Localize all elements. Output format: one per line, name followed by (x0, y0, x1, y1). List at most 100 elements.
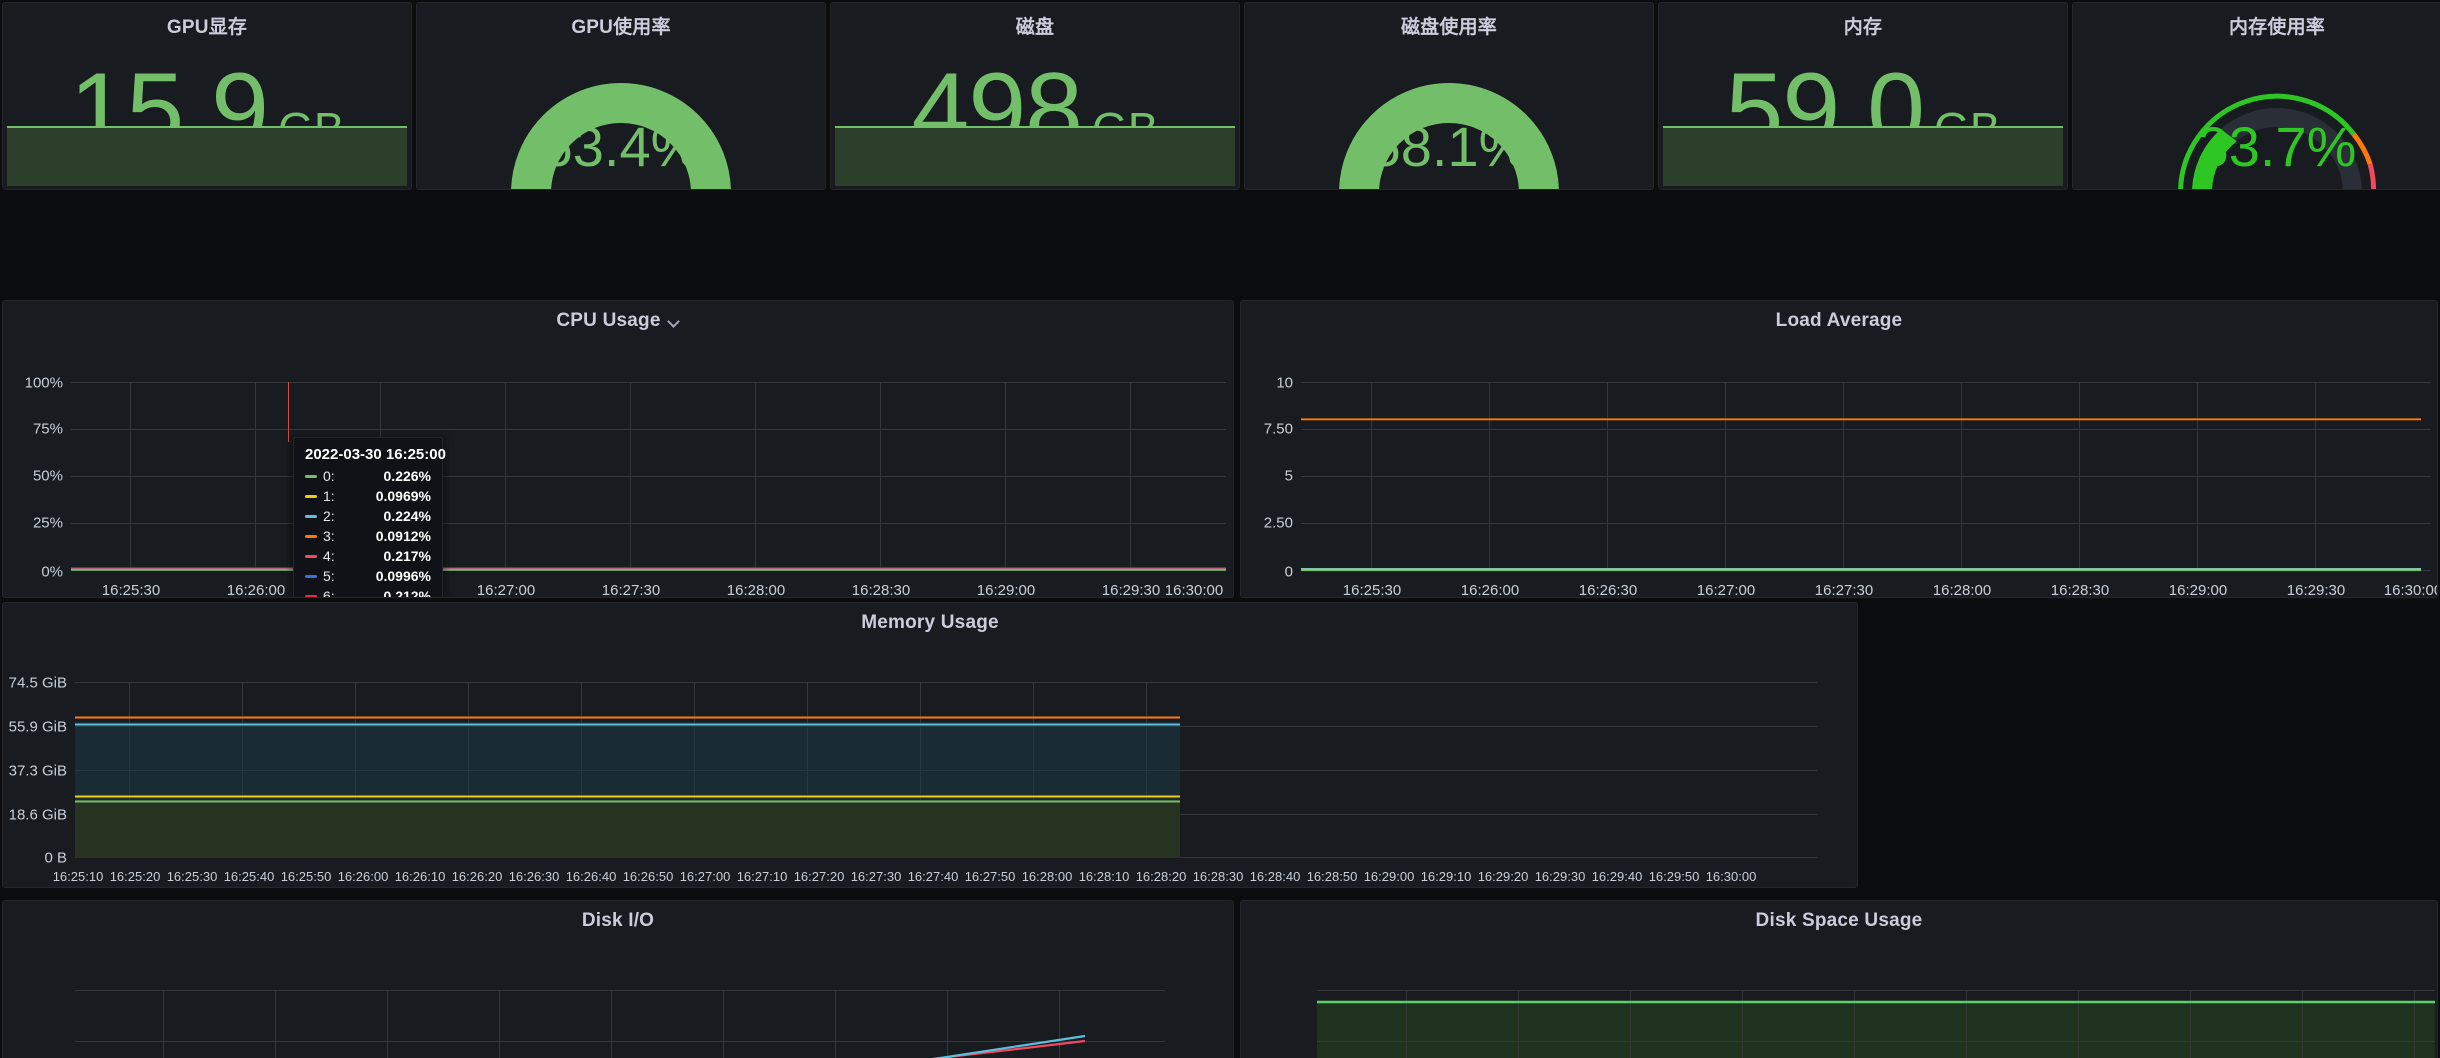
stat-body: 498GB (831, 39, 1239, 189)
tooltip-row: 4: 0.217% (305, 549, 431, 563)
load-timeseries: 0 2.50 5 7.50 10 16:25:30 16:26:00 16:26… (1241, 332, 2437, 598)
series-name: 5: (323, 568, 335, 584)
gauge-value-disk-usage: 58.1% (1369, 115, 1529, 178)
x-tick-label: 16:28:00 (726, 582, 786, 598)
panel-disk-space-usage[interactable]: Disk Space Usage (1240, 900, 2438, 1058)
gauge-wrap: 58.1% (1245, 39, 1653, 189)
series-swatch (305, 514, 317, 518)
x-tick-label: 16:26:30 (508, 869, 560, 884)
x-tick-label: 16:29:30 (2286, 582, 2346, 598)
diskio-timeseries: 97.7 KiB 73.2 KiB 48.8 KiB 400 µs 300 µs… (3, 932, 1233, 1058)
x-tick-label: 16:27:00 (679, 869, 731, 884)
panel-title-memory: 内存 (1843, 17, 1883, 38)
panel-title-load-average: Load Average (1775, 310, 1903, 331)
panel-title-cpu-usage: CPU Usage (556, 310, 661, 331)
x-tick-label: 16:28:30 (851, 582, 911, 598)
series-name: 0: (323, 468, 335, 484)
series-name: 1: (323, 488, 335, 504)
series-value: 0.0969% (375, 488, 431, 504)
gauge-wrap: 63.4% (417, 39, 825, 189)
panel-disk-io[interactable]: Disk I/O (2, 900, 1234, 1058)
series-value: 0.0996% (375, 568, 431, 584)
series-value: 0.217% (383, 548, 431, 564)
x-tick-label: 16:29:40 (1591, 869, 1643, 884)
x-tick-label: 16:27:00 (476, 582, 536, 598)
x-tick-label: 16:26:40 (565, 869, 617, 884)
series-swatch (305, 574, 317, 578)
series-swatch (305, 554, 317, 558)
x-tick-label: 16:27:30 (1814, 582, 1874, 598)
x-tick-label: 16:26:00 (337, 869, 389, 884)
panel-memory-usage[interactable]: 内存使用率 33.7% (2072, 2, 2440, 190)
series-name: 4: (323, 548, 335, 564)
tooltip-row: 5: 0.0996% (305, 569, 431, 583)
diskspace-plot (1317, 990, 2435, 1058)
x-tick-label: 16:26:00 (1460, 582, 1520, 598)
panel-title-disk-usage: 磁盘使用率 (1400, 17, 1497, 38)
x-tick-label: 16:29:00 (2168, 582, 2228, 598)
x-tick-label: 16:27:30 (850, 869, 902, 884)
stat-body: 59.0GB (1659, 39, 2067, 189)
sparkline-area (7, 126, 407, 186)
x-tick-label: 16:25:20 (109, 869, 161, 884)
cpu-plot (71, 382, 1226, 571)
panel-load-average[interactable]: Load Average 0 2.50 5 7.50 10 16:25:30 1… (1240, 300, 2438, 598)
y-tick-label: 75% (32, 420, 63, 438)
panel-title-disk-io: Disk I/O (581, 910, 655, 931)
tooltip-timestamp: 2022-03-30 16:25:00 (305, 446, 446, 463)
y-tick-label: 74.5 GiB (8, 674, 67, 692)
gauge-value-memory-usage: 33.7% (2197, 115, 2357, 178)
x-tick-label: 16:29:30 (1534, 869, 1586, 884)
diskio-plot (75, 990, 1165, 1058)
y-tick-label: 5 (1284, 467, 1293, 485)
x-tick-label: 16:25:10 (52, 869, 104, 884)
series-swatch (305, 594, 317, 597)
panel-memory-usage-graph[interactable]: Memory Usage 0 B 18.6 GiB 37.3 GiB 55.9 … (2, 602, 1858, 888)
panel-title-disk: 磁盘 (1015, 17, 1055, 38)
x-tick-label: 16:26:50 (622, 869, 674, 884)
y-tick-label: 100% (24, 374, 63, 392)
x-tick-label: 16:27:20 (793, 869, 845, 884)
panel-title-disk-space-usage: Disk Space Usage (1755, 910, 1923, 931)
x-tick-label: 16:28:30 (1192, 869, 1244, 884)
tooltip-row: 2: 0.224% (305, 509, 431, 523)
x-tick-label: 16:25:30 (1342, 582, 1402, 598)
x-tick-label: 16:29:20 (1477, 869, 1529, 884)
x-tick-label: 16:28:30 (2050, 582, 2110, 598)
grafana-dashboard: GPU显存 15.9GB GPU使用率 63.4% 磁盘 498GB 磁盘使用率 (0, 0, 2440, 1058)
panel-disk-usage[interactable]: 磁盘使用率 58.1% (1244, 2, 1654, 190)
panel-gpu-memory[interactable]: GPU显存 15.9GB (2, 2, 412, 190)
panel-disk[interactable]: 磁盘 498GB (830, 2, 1240, 190)
x-tick-label: 16:27:40 (907, 869, 959, 884)
series-name: 6: (323, 588, 335, 598)
panel-title-memory-usage: 内存使用率 (2228, 17, 2325, 38)
x-tick-label: 16:30:00 (1164, 582, 1224, 598)
x-tick-label: 16:28:00 (1021, 869, 1073, 884)
series-value: 0.0912% (375, 528, 431, 544)
x-tick-label: 16:30:00 (2383, 582, 2438, 598)
cpu-tooltip: 2022-03-30 16:25:00 0: 0.226% 1: 0.0969% 2… (293, 437, 446, 598)
panel-cpu-usage[interactable]: CPU Usage 0% 25% 50% 75% 100% 16:25:30 1… (2, 300, 1234, 598)
x-tick-label: 16:27:00 (1696, 582, 1756, 598)
series-swatch (305, 474, 317, 478)
stat-body: 15.9GB (3, 39, 411, 189)
x-tick-label: 16:30:00 (1705, 869, 1757, 884)
x-tick-label: 16:25:40 (223, 869, 275, 884)
panel-memory[interactable]: 内存 59.0GB (1658, 2, 2068, 190)
cpu-title-row: CPU Usage (3, 301, 1233, 332)
memory-timeseries: 0 B 18.6 GiB 37.3 GiB 55.9 GiB 74.5 GiB … (3, 634, 1857, 887)
x-tick-label: 16:28:00 (1932, 582, 1992, 598)
load-plot (1301, 382, 2431, 572)
x-tick-label: 16:25:30 (166, 869, 218, 884)
chevron-down-icon[interactable] (668, 316, 680, 328)
x-tick-label: 16:29:00 (1363, 869, 1415, 884)
x-tick-label: 16:29:30 (1101, 582, 1161, 598)
y-tick-label: 0 (1284, 563, 1293, 581)
x-tick-label: 16:27:10 (736, 869, 788, 884)
tooltip-row: 6: 0.212% (305, 588, 431, 598)
y-tick-label: 10 (1276, 374, 1293, 392)
y-tick-label: 18.6 GiB (8, 806, 67, 824)
panel-gpu-usage[interactable]: GPU使用率 63.4% (416, 2, 826, 190)
y-tick-label: 37.3 GiB (8, 762, 67, 780)
y-tick-label: 55.9 GiB (8, 718, 67, 736)
